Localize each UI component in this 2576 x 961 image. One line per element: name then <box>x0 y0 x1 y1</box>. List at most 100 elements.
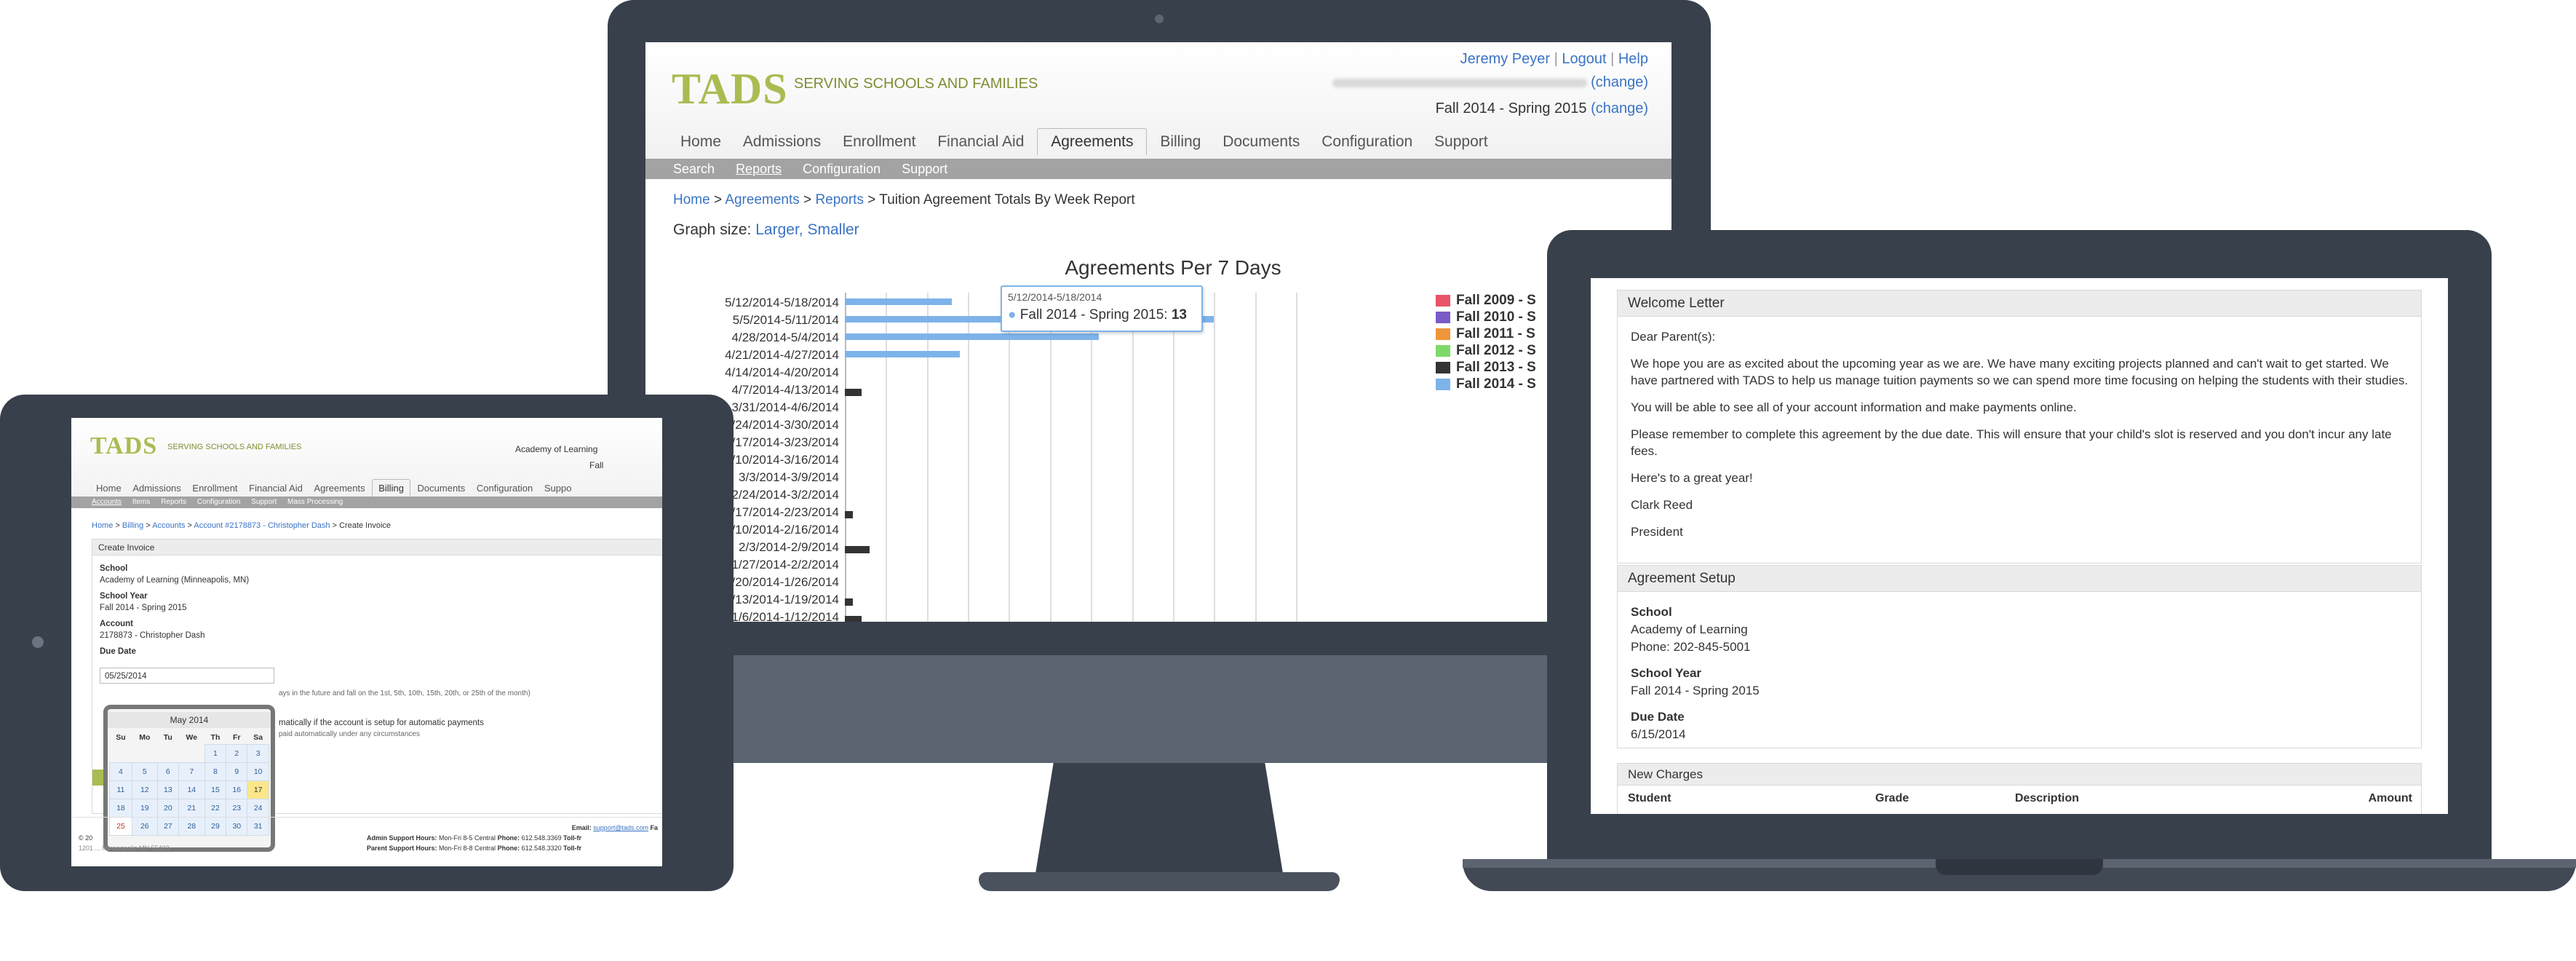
tab-enrollment[interactable]: Enrollment <box>188 480 242 497</box>
tab-support[interactable]: Support <box>1426 129 1497 155</box>
calendar-day[interactable]: 18 <box>109 799 132 818</box>
calendar-day[interactable]: 17 <box>247 780 269 799</box>
term-change-link[interactable]: (change) <box>1591 100 1648 116</box>
breadcrumb-account[interactable]: Account #2178873 - Christopher Dash <box>194 521 330 530</box>
welcome-paragraph: Please remember to complete this agreeme… <box>1631 427 2392 458</box>
calendar-day[interactable]: 16 <box>226 780 248 799</box>
subnav-accounts[interactable]: Accounts <box>92 497 122 508</box>
calendar-day[interactable]: 22 <box>204 799 227 818</box>
calendar-day[interactable]: 8 <box>204 762 227 781</box>
tab-financial-aid[interactable]: Financial Aid <box>929 129 1033 155</box>
desktop-screen: TADS SERVING SCHOOLS AND FAMILIES Jeremy… <box>645 42 1671 622</box>
submit-button-edge[interactable] <box>92 770 104 786</box>
tab-home[interactable]: Home <box>672 129 730 155</box>
due-date-input[interactable]: 05/25/2014 <box>100 668 274 684</box>
calendar-day[interactable]: 24 <box>247 799 269 818</box>
calendar-day[interactable]: 5 <box>131 762 158 781</box>
subnav-support[interactable]: Support <box>251 497 277 508</box>
tab-support[interactable]: Suppo <box>540 480 576 497</box>
subnav-search[interactable]: Search <box>673 159 715 179</box>
calendar-day[interactable]: 3 <box>247 744 269 763</box>
calendar-day[interactable]: 13 <box>156 780 179 799</box>
breadcrumb-current: Tuition Agreement Totals By Week Report <box>879 192 1135 207</box>
tab-documents[interactable]: Documents <box>413 480 470 497</box>
user-name-link[interactable]: Jeremy Peyer <box>1460 51 1550 67</box>
school-selector: (change) <box>1332 74 1648 91</box>
subnav-items[interactable]: Items <box>132 497 150 508</box>
calendar-day[interactable]: 7 <box>178 762 205 781</box>
calendar-day[interactable]: 21 <box>178 799 205 818</box>
calendar-weekdays: Su Mo Tu We Th Fr Sa <box>110 731 269 745</box>
calendar-day[interactable]: 2 <box>226 744 248 763</box>
graph-smaller-link[interactable]: Smaller <box>807 221 859 238</box>
logout-link[interactable]: Logout <box>1562 51 1606 67</box>
welcome-paragraph: We hope you are as excited about the upc… <box>1631 357 2409 387</box>
breadcrumb: Home > Agreements > Reports > Tuition Ag… <box>673 192 1135 208</box>
calendar-day[interactable]: 23 <box>226 799 248 818</box>
bar-fall-2013[interactable] <box>845 616 862 622</box>
subnav-mass-processing[interactable]: Mass Processing <box>287 497 343 508</box>
breadcrumb-home[interactable]: Home <box>92 521 113 530</box>
school-phone: Phone: 202-845-5001 <box>1631 640 1751 654</box>
tab-documents[interactable]: Documents <box>1214 129 1308 155</box>
calendar-day[interactable]: 9 <box>226 762 248 781</box>
calendar-month: May 2014 <box>108 712 271 728</box>
bar-fall-2013[interactable] <box>845 389 862 396</box>
subnav-configuration[interactable]: Configuration <box>803 159 880 179</box>
bar-fall-2013[interactable] <box>845 511 854 518</box>
calendar-day[interactable]: 6 <box>156 762 179 781</box>
subnav-reports[interactable]: Reports <box>161 497 186 508</box>
tads-logo[interactable]: TADS <box>90 432 157 460</box>
tab-admissions[interactable]: Admissions <box>128 480 185 497</box>
calendar-day[interactable]: 1 <box>204 744 227 763</box>
legend-item[interactable]: Fall 2012 - S <box>1436 343 1536 359</box>
bar-fall-2014[interactable] <box>845 333 1100 340</box>
tads-logo[interactable]: TADS <box>672 64 788 114</box>
subnav-configuration[interactable]: Configuration <box>197 497 240 508</box>
breadcrumb-agreements[interactable]: Agreements <box>725 192 799 207</box>
calendar-day[interactable]: 10 <box>247 762 269 781</box>
chart-gridline <box>926 293 929 622</box>
tab-billing[interactable]: Billing <box>372 479 410 497</box>
tab-configuration[interactable]: Configuration <box>472 480 537 497</box>
breadcrumb-reports[interactable]: Reports <box>815 192 864 207</box>
school-change-link[interactable]: (change) <box>1591 74 1648 90</box>
legend-item[interactable]: Fall 2009 - S <box>1436 293 1536 309</box>
legend-item[interactable]: Fall 2011 - S <box>1436 326 1535 342</box>
tab-admissions[interactable]: Admissions <box>734 129 830 155</box>
tab-agreements[interactable]: Agreements <box>1037 128 1148 155</box>
subnav-support[interactable]: Support <box>902 159 947 179</box>
calendar-day[interactable]: 14 <box>178 780 205 799</box>
tab-home[interactable]: Home <box>92 480 126 497</box>
breadcrumb-billing[interactable]: Billing <box>122 521 143 530</box>
legend-item[interactable]: Fall 2010 - S <box>1436 309 1536 325</box>
graph-larger-link[interactable]: Larger <box>755 221 799 238</box>
bar-fall-2013[interactable] <box>845 598 854 606</box>
tab-enrollment[interactable]: Enrollment <box>834 129 924 155</box>
support-email-link[interactable]: support@tads.com <box>593 824 648 831</box>
calendar-day[interactable]: 4 <box>109 762 132 781</box>
calendar-day[interactable]: 19 <box>131 799 158 818</box>
tab-financial-aid[interactable]: Financial Aid <box>245 480 307 497</box>
bar-fall-2014[interactable] <box>845 351 960 357</box>
breadcrumb-home[interactable]: Home <box>673 192 710 207</box>
bar-fall-2013[interactable] <box>845 546 870 553</box>
calendar-day[interactable]: 11 <box>109 780 132 799</box>
help-link[interactable]: Help <box>1618 51 1648 67</box>
calendar-day[interactable]: 20 <box>156 799 179 818</box>
tab-configuration[interactable]: Configuration <box>1313 129 1421 155</box>
col-description: Description <box>2015 792 2080 804</box>
legend-item[interactable]: Fall 2014 - S <box>1436 376 1536 392</box>
calendar-day[interactable]: 15 <box>204 780 227 799</box>
year-label: School Year <box>1631 666 1702 680</box>
bar-fall-2014[interactable] <box>845 298 952 305</box>
tooltip-dot-icon: ● <box>1008 307 1017 323</box>
calendar-day[interactable]: 12 <box>131 780 158 799</box>
breadcrumb-accounts[interactable]: Accounts <box>152 521 185 530</box>
account-value: 2178873 - Christopher Dash <box>100 631 205 640</box>
school-name: Academy of Learning <box>515 444 598 454</box>
subnav-reports[interactable]: Reports <box>736 159 782 179</box>
tab-billing[interactable]: Billing <box>1151 129 1209 155</box>
legend-item[interactable]: Fall 2013 - S <box>1436 360 1536 376</box>
tab-agreements[interactable]: Agreements <box>310 480 370 497</box>
